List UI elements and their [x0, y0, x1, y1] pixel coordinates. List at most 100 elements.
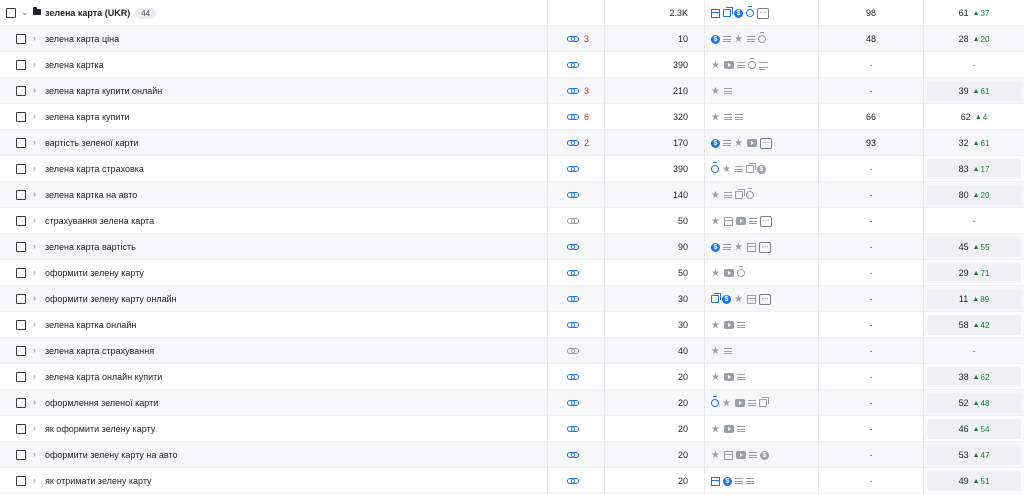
table-row[interactable]: › як оформити зелену карту 20 ★ - 46 ▲ 54: [0, 416, 1024, 442]
row-checkbox[interactable]: [16, 112, 26, 122]
more-icon[interactable]: …: [760, 215, 772, 227]
table-row[interactable]: › оформити зелену карту на авто 20 ★ $ -53 ▲ 47: [0, 442, 1024, 468]
table-row[interactable]: › зелена карта онлайн купити 20 ★ - 38 ▲ 62: [0, 364, 1024, 390]
row-checkbox[interactable]: [16, 294, 26, 304]
keyword-text[interactable]: вартість зеленої карти: [45, 137, 139, 149]
row-checkbox[interactable]: [16, 86, 26, 96]
row-checkbox[interactable]: [16, 424, 26, 434]
link-icon[interactable]: [567, 426, 579, 432]
chevron-right-icon[interactable]: ›: [33, 32, 36, 44]
keyword-text[interactable]: оформити зелену карту онлайн: [45, 293, 177, 305]
chevron-right-icon[interactable]: ›: [33, 58, 36, 70]
link-icon[interactable]: [567, 88, 579, 94]
table-row[interactable]: › страхування зелена карта 50 ★… - -: [0, 208, 1024, 234]
link-icon[interactable]: [567, 296, 579, 302]
link-icon[interactable]: [567, 192, 579, 198]
chevron-right-icon[interactable]: ›: [33, 344, 36, 356]
table-row[interactable]: › зелена карта купити 6 320 ★ 66 62 ▲ 4: [0, 104, 1024, 130]
table-row[interactable]: › як отримати зелену карту 20 $ - 49 ▲ 51: [0, 468, 1024, 494]
chevron-right-icon[interactable]: ›: [33, 84, 36, 96]
row-checkbox[interactable]: [16, 60, 26, 70]
table-row[interactable]: › зелена картка 390 ★ - -: [0, 52, 1024, 78]
chevron-right-icon[interactable]: ›: [33, 266, 36, 278]
keyword-text[interactable]: зелена карта страховка: [45, 163, 144, 175]
table-row[interactable]: › зелена карта страхування 40 ★ - -: [0, 338, 1024, 364]
group-row[interactable]: ⌄ зелена карта (UKR) 44 2.3K $… 98 61 ▲ 37: [0, 0, 1024, 26]
link-icon[interactable]: [567, 166, 579, 172]
table-row[interactable]: › вартість зеленої карти 2 170 $ ★ … 93 32 ▲ 61: [0, 130, 1024, 156]
table-row[interactable]: › зелена карта вартість 90 $ ★ … - 45 ▲ 55: [0, 234, 1024, 260]
row-checkbox[interactable]: [16, 372, 26, 382]
table-row[interactable]: › зелена карта купити онлайн 3 210 ★ - 39 ▲ 61: [0, 78, 1024, 104]
row-checkbox[interactable]: [16, 164, 26, 174]
table-row[interactable]: › зелена карта ціна 3 10 $ ★ 48 28 ▲ 20: [0, 26, 1024, 52]
group-checkbox[interactable]: [6, 8, 16, 18]
table-row[interactable]: › зелена картка на авто 140 ★ - 80 ▲ 20: [0, 182, 1024, 208]
chevron-right-icon[interactable]: ›: [33, 162, 36, 174]
row-checkbox[interactable]: [16, 476, 26, 486]
chevron-right-icon[interactable]: ›: [33, 292, 36, 304]
row-checkbox[interactable]: [16, 138, 26, 148]
chevron-right-icon[interactable]: ›: [33, 474, 36, 486]
keyword-text[interactable]: зелена картка онлайн: [45, 319, 136, 331]
chevron-right-icon[interactable]: ›: [33, 240, 36, 252]
row-checkbox[interactable]: [16, 268, 26, 278]
table-row[interactable]: › зелена картка онлайн 30 ★ - 58 ▲ 42: [0, 312, 1024, 338]
more-icon[interactable]: …: [759, 241, 771, 253]
chevron-right-icon[interactable]: ›: [33, 110, 36, 122]
row-checkbox[interactable]: [16, 398, 26, 408]
link-icon[interactable]: [567, 452, 579, 458]
row-checkbox[interactable]: [16, 190, 26, 200]
row-checkbox[interactable]: [16, 320, 26, 330]
table-row[interactable]: › оформити зелену карту 50 ★ - 29 ▲ 71: [0, 260, 1024, 286]
keyword-text[interactable]: зелена карта купити онлайн: [45, 85, 162, 97]
chevron-right-icon[interactable]: ›: [33, 370, 36, 382]
table-row[interactable]: › зелена карта страховка 390 ★ $ -83 ▲ 17: [0, 156, 1024, 182]
chevron-right-icon[interactable]: ›: [33, 136, 36, 148]
keyword-text[interactable]: зелена карта ціна: [45, 33, 119, 45]
keyword-text[interactable]: зелена карта вартість: [45, 241, 136, 253]
link-icon[interactable]: [567, 322, 579, 328]
keyword-text[interactable]: як оформити зелену карту: [45, 423, 155, 435]
link-icon[interactable]: [567, 478, 579, 484]
keyword-text[interactable]: страхування зелена карта: [45, 215, 154, 227]
link-icon[interactable]: [567, 244, 579, 250]
chevron-right-icon[interactable]: ›: [33, 396, 36, 408]
link-icon[interactable]: [567, 270, 579, 276]
group-name[interactable]: зелена карта (UKR) 44: [45, 7, 157, 19]
keyword-text[interactable]: оформлення зеленої карти: [45, 397, 158, 409]
chevron-right-icon[interactable]: ›: [33, 318, 36, 330]
more-icon[interactable]: …: [757, 7, 769, 19]
keyword-text[interactable]: зелена карта страхування: [45, 345, 154, 357]
volume-cell: 390: [605, 52, 705, 78]
link-icon[interactable]: [567, 218, 579, 224]
table-row[interactable]: › оформити зелену карту онлайн 30 $ ★ … - 11 ▲ 89: [0, 286, 1024, 312]
chevron-right-icon[interactable]: ›: [33, 422, 36, 434]
chevron-right-icon[interactable]: ›: [33, 188, 36, 200]
chevron-right-icon[interactable]: ›: [33, 448, 36, 460]
keyword-text[interactable]: оформити зелену карту на авто: [45, 449, 178, 461]
keyword-text[interactable]: зелена карта онлайн купити: [45, 371, 162, 383]
link-icon[interactable]: [567, 62, 579, 68]
row-checkbox[interactable]: [16, 346, 26, 356]
more-icon[interactable]: …: [759, 293, 771, 305]
row-checkbox[interactable]: [16, 450, 26, 460]
link-icon[interactable]: [567, 114, 579, 120]
keyword-text[interactable]: зелена картка на авто: [45, 189, 137, 201]
chevron-down-icon[interactable]: ⌄: [21, 6, 29, 18]
more-icon[interactable]: …: [760, 137, 772, 149]
link-icon[interactable]: [567, 348, 579, 354]
keyword-text[interactable]: зелена карта купити: [45, 111, 130, 123]
table-row[interactable]: › оформлення зеленої карти 20 ★ - 52 ▲ 48: [0, 390, 1024, 416]
link-icon[interactable]: [567, 140, 579, 146]
row-checkbox[interactable]: [16, 34, 26, 44]
link-icon[interactable]: [567, 36, 579, 42]
keyword-text[interactable]: оформити зелену карту: [45, 267, 144, 279]
row-checkbox[interactable]: [16, 216, 26, 226]
keyword-text[interactable]: як отримати зелену карту: [45, 475, 152, 487]
link-icon[interactable]: [567, 400, 579, 406]
row-checkbox[interactable]: [16, 242, 26, 252]
link-icon[interactable]: [567, 374, 579, 380]
chevron-right-icon[interactable]: ›: [33, 214, 36, 226]
keyword-text[interactable]: зелена картка: [45, 59, 104, 71]
